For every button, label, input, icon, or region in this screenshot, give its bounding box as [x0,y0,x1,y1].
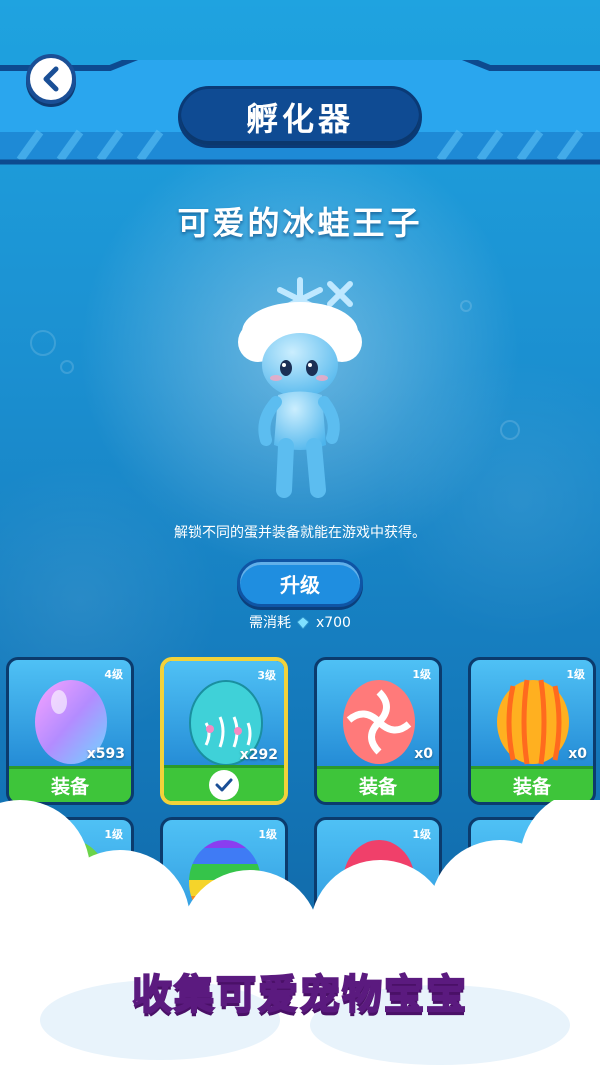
egg-level: 3级 [257,669,276,682]
upgrade-button[interactable]: 升级 [237,559,363,607]
pet-illustration [238,277,362,498]
chevron-left-icon [43,66,59,92]
equip-button[interactable]: 装备 [317,766,439,802]
pet-name: 可爱的冰蛙王子 [177,204,423,242]
equipped-indicator [164,765,284,801]
egg-count: x0 [568,746,587,762]
hint-text: 解锁不同的蛋并装备就能在游戏中获得。 [174,525,426,541]
equip-button[interactable]: 装备 [471,766,593,802]
bubble-decoration [60,360,74,374]
egg-count: x0 [414,746,433,762]
cost-amount: x700 [315,615,351,631]
bubble-decoration [500,420,520,440]
promo-banner: 收集可爱宠物宝宝 [131,971,468,1019]
striped-egg-icon [497,679,569,765]
bubble-decoration [460,300,472,312]
swirl-egg-icon [343,680,415,764]
egg-card-3[interactable]: 1级 x0 装备 [314,657,442,805]
egg-count: x292 [239,747,278,763]
egg-level: 1级 [412,668,431,681]
egg-level: 1级 [566,668,585,681]
egg-level: 4级 [104,668,123,681]
bubble-decoration [30,330,56,356]
page-title: 孵化器 [178,86,422,148]
gem-icon [297,617,310,629]
egg-card-2[interactable]: 3级 x292 [160,657,288,805]
egg-count: x593 [86,746,125,762]
back-button[interactable] [26,54,76,104]
upgrade-cost: 需消耗 x700 [0,612,600,632]
checkmark-icon [209,769,239,800]
cost-label: 需消耗 [249,615,292,631]
cloud-overlay [0,800,600,1066]
egg-card-1[interactable]: 4级 x593 装备 [6,657,134,805]
egg-card-4[interactable]: 1级 x0 装备 [468,657,596,805]
equip-button[interactable]: 装备 [9,766,131,802]
